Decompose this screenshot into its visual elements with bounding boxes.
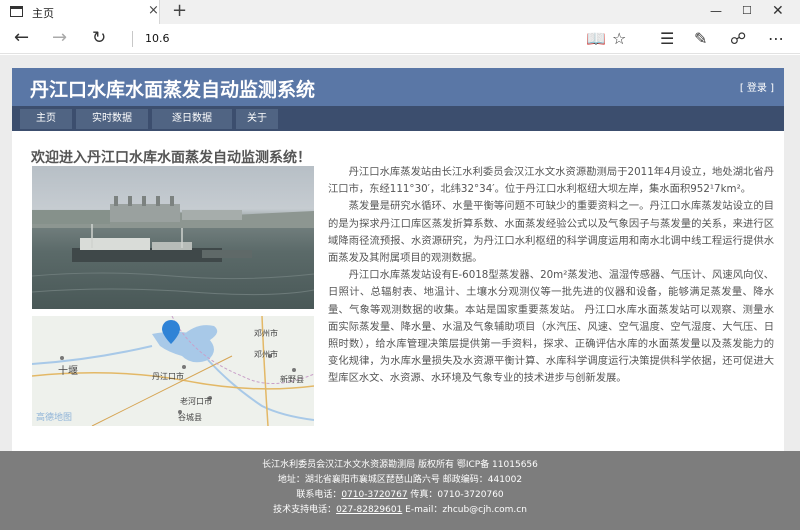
nav-item-about[interactable]: 关于: [236, 109, 278, 129]
map-label-dengzhou: 邓州市: [254, 329, 278, 338]
map-label-shiyan: 十堰: [58, 366, 78, 377]
address-input[interactable]: 10.6: [145, 32, 170, 45]
forward-icon[interactable]: →: [52, 27, 67, 49]
favorite-star-icon[interactable]: ☆: [612, 29, 626, 49]
footer-copyright: 长江水利委员会汉江水文水资源勘测局 版权所有 鄂ICP备 11015656: [262, 460, 538, 470]
map-label-gucheng: 谷城县: [178, 413, 202, 422]
map-label-danjiangkou: 丹江口市: [152, 372, 184, 381]
footer-address: 地址：湖北省襄阳市襄城区琵琶山路六号 邮政编码：441002: [277, 475, 523, 485]
browser-tab-bar: 主页 × + — ☐ ✕: [0, 0, 800, 24]
back-icon[interactable]: ←: [14, 27, 29, 49]
site-title: 丹江口水库水面蒸发自动监测系统: [30, 79, 316, 101]
station-description: 丹江口水库蒸发站由长江水利委员会汉江水文水资源勘测局于2011年4月设立，地处湖…: [328, 164, 774, 388]
share-icon[interactable]: ☍: [730, 29, 746, 49]
map-label-laohekou: 老河口市: [180, 397, 212, 406]
footer-support-phone-link[interactable]: 027-82829601: [336, 505, 402, 515]
login-link[interactable]: [ 登录 ]: [740, 79, 774, 94]
hub-icon[interactable]: ☰: [660, 29, 674, 49]
site-footer: 长江水利委员会汉江水文水资源勘测局 版权所有 鄂ICP备 11015656 地址…: [0, 451, 800, 530]
footer-support-label: 技术支持电话：: [273, 505, 337, 515]
welcome-heading: 欢迎进入丹江口水库水面蒸发自动监测系统！: [31, 150, 311, 166]
more-icon[interactable]: ⋯: [768, 29, 784, 49]
page-viewport: 丹江口水库水面蒸发自动监测系统 [ 登录 ] 主页 实时数据 逐日数据 关于 欢…: [0, 55, 800, 530]
location-map[interactable]: 邓州市 邓州市 十堰 丹江口市 新野县 老河口市 谷城县 高德地图: [32, 316, 314, 426]
minimize-button[interactable]: —: [710, 2, 722, 20]
refresh-icon[interactable]: ↻: [92, 27, 106, 49]
footer-support: 技术支持电话：027-82829601 E-mail：zhcub@cjh.com…: [0, 502, 800, 515]
footer-phone-link[interactable]: 0710-3720767: [341, 490, 407, 500]
new-tab-button[interactable]: +: [172, 1, 187, 21]
site-header: 丹江口水库水面蒸发自动监测系统 [ 登录 ]: [12, 68, 784, 106]
nav-item-home[interactable]: 主页: [20, 109, 72, 129]
nav-item-daily-data[interactable]: 逐日数据: [152, 109, 232, 129]
tab-title: 主页: [32, 7, 54, 20]
browser-tab[interactable]: 主页 ×: [0, 0, 160, 24]
footer-contact: 联系电话：0710-3720767 传真：0710-3720760: [0, 487, 800, 500]
station-photo-drawing: [32, 196, 314, 296]
footer-phone-label: 联系电话：: [296, 490, 342, 500]
station-photo: [32, 166, 314, 309]
paragraph-equipment: 丹江口水库蒸发站设有E-6018型蒸发器、20m²蒸发池、温湿传感器、气压计、风…: [328, 269, 774, 385]
paragraph-purpose: 蒸发量是研究水循环、水量平衡等问题不可缺少的重要资料之一。丹江口水库蒸发站设立的…: [328, 200, 774, 265]
address-divider: [132, 31, 133, 47]
web-note-icon[interactable]: ✎: [694, 29, 707, 49]
map-label-dengzhou-city: 邓州市: [254, 350, 278, 359]
footer-email: E-mail：zhcub@cjh.com.cn: [402, 505, 527, 515]
nav-item-realtime-data[interactable]: 实时数据: [76, 109, 148, 129]
maximize-button[interactable]: ☐: [742, 2, 752, 20]
reading-view-icon[interactable]: 📖: [586, 29, 606, 49]
footer-fax: 传真：0710-3720760: [407, 490, 504, 500]
address-toolbar: ← → ↻ 10.6 📖 ☆ ☰ ✎ ☍ ⋯: [0, 24, 800, 54]
paragraph-intro: 丹江口水库蒸发站由长江水利委员会汉江水文水资源勘测局于2011年4月设立，地处湖…: [328, 166, 774, 196]
main-nav: 主页 实时数据 逐日数据 关于: [12, 106, 784, 131]
map-label-xinye: 新野县: [280, 375, 304, 384]
close-tab-icon[interactable]: ×: [148, 3, 159, 19]
page-icon: [10, 6, 23, 17]
main-content: 欢迎进入丹江口水库水面蒸发自动监测系统！ 邓州市 邓州市 十堰 丹江口市 新野县…: [12, 131, 784, 451]
map-brand-logo: 高德地图: [36, 413, 73, 423]
close-window-button[interactable]: ✕: [772, 2, 784, 20]
